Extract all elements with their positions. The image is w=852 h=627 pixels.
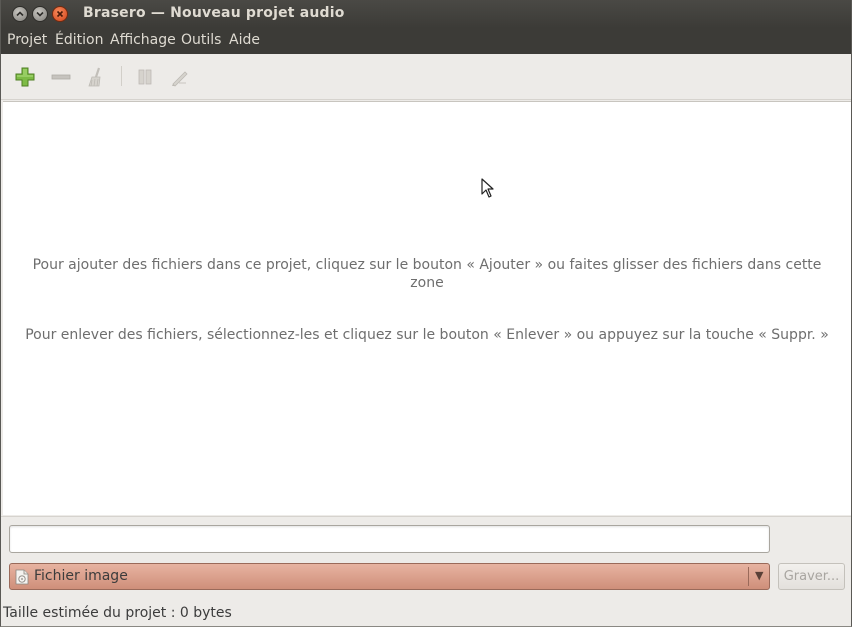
close-icon: [56, 10, 64, 18]
image-file-icon: [15, 569, 29, 585]
broom-icon: [88, 67, 101, 87]
chevron-up-icon: [16, 11, 24, 17]
maximize-button[interactable]: [32, 6, 48, 22]
menu-projet[interactable]: Projet: [7, 32, 47, 48]
project-name-input[interactable]: [9, 525, 770, 553]
burn-button[interactable]: Graver...: [778, 563, 845, 590]
menu-aide[interactable]: Aide: [229, 32, 260, 48]
window-title: Brasero — Nouveau projet audio: [83, 5, 345, 21]
mouse-pointer-icon: [481, 178, 494, 198]
menu-bar: Projet Édition Affichage Outils Aide: [1, 28, 851, 54]
chevron-down-icon: [36, 11, 44, 17]
clear-button[interactable]: [85, 66, 107, 88]
add-files-hint: Pour ajouter des fichiers dans ce projet…: [32, 257, 822, 291]
toolbar: [1, 54, 851, 100]
close-button[interactable]: [52, 6, 68, 22]
edit-button[interactable]: [169, 66, 191, 88]
project-size-status: Taille estimée du projet : 0 bytes: [3, 605, 232, 621]
remove-button[interactable]: [50, 66, 72, 88]
bottom-panel: Fichier image ▼ Graver... Taille estimée…: [1, 516, 851, 626]
menu-outils[interactable]: Outils: [181, 32, 221, 48]
add-icon: [15, 67, 35, 87]
minimize-button[interactable]: [12, 6, 28, 22]
dropdown-arrow-icon: ▼: [755, 569, 764, 582]
split-icon: [138, 69, 152, 85]
menu-edition[interactable]: Édition: [55, 32, 103, 48]
destination-label: Fichier image: [34, 568, 128, 584]
add-button[interactable]: [14, 66, 36, 88]
menu-affichage[interactable]: Affichage: [110, 32, 176, 48]
split-button[interactable]: [134, 66, 156, 88]
toolbar-separator: [121, 66, 122, 86]
remove-files-hint: Pour enlever des fichiers, sélectionnez-…: [25, 327, 829, 343]
remove-icon: [51, 74, 71, 80]
track-list-area[interactable]: Pour ajouter des fichiers dans ce projet…: [3, 101, 851, 515]
destination-select[interactable]: Fichier image ▼: [9, 563, 770, 590]
pen-icon: [172, 71, 188, 87]
brasero-window: Brasero — Nouveau projet audio Projet Éd…: [0, 0, 852, 627]
title-bar: Brasero — Nouveau projet audio: [1, 0, 851, 28]
select-divider: [748, 567, 749, 586]
